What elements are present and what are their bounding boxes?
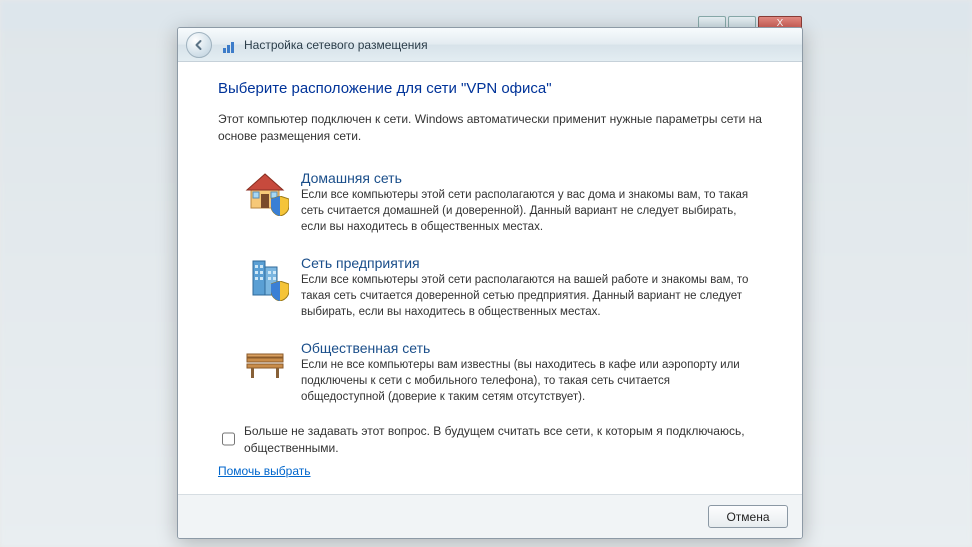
window-title: Настройка сетевого размещения — [244, 38, 428, 52]
option-title: Сеть предприятия — [301, 255, 757, 271]
dont-ask-checkbox[interactable] — [222, 425, 235, 454]
option-description: Если все компьютеры этой сети располагаю… — [301, 272, 757, 321]
option-title: Домашняя сеть — [301, 170, 757, 186]
dont-ask-label[interactable]: Больше не задавать этот вопрос. В будуще… — [244, 423, 762, 457]
footer: Отмена — [178, 494, 802, 538]
back-button[interactable] — [186, 32, 212, 58]
network-options: Домашняя сеть Если все компьютеры этой с… — [238, 162, 762, 417]
dont-ask-again-row: Больше не задавать этот вопрос. В будуще… — [218, 423, 762, 457]
office-building-icon — [243, 255, 287, 299]
option-public-network[interactable]: Общественная сеть Если не все компьютеры… — [238, 332, 762, 417]
park-bench-icon — [243, 340, 287, 384]
house-icon — [243, 170, 287, 214]
shield-icon — [271, 281, 289, 301]
shield-icon — [271, 196, 289, 216]
intro-text: Этот компьютер подключен к сети. Windows… — [218, 111, 762, 146]
titlebar: Настройка сетевого размещения — [178, 28, 802, 62]
cancel-button[interactable]: Отмена — [708, 505, 788, 528]
network-icon — [220, 37, 236, 53]
option-title: Общественная сеть — [301, 340, 757, 356]
network-location-wizard: Настройка сетевого размещения Выберите р… — [177, 27, 803, 539]
option-home-network[interactable]: Домашняя сеть Если все компьютеры этой с… — [238, 162, 762, 247]
option-description: Если не все компьютеры вам известны (вы … — [301, 357, 757, 406]
option-description: Если все компьютеры этой сети располагаю… — [301, 187, 757, 236]
content-area: Выберите расположение для сети "VPN офис… — [178, 62, 802, 494]
arrow-left-icon — [193, 39, 205, 51]
help-link[interactable]: Помочь выбрать — [218, 464, 311, 478]
option-work-network[interactable]: Сеть предприятия Если все компьютеры это… — [238, 247, 762, 332]
page-heading: Выберите расположение для сети "VPN офис… — [218, 80, 762, 97]
